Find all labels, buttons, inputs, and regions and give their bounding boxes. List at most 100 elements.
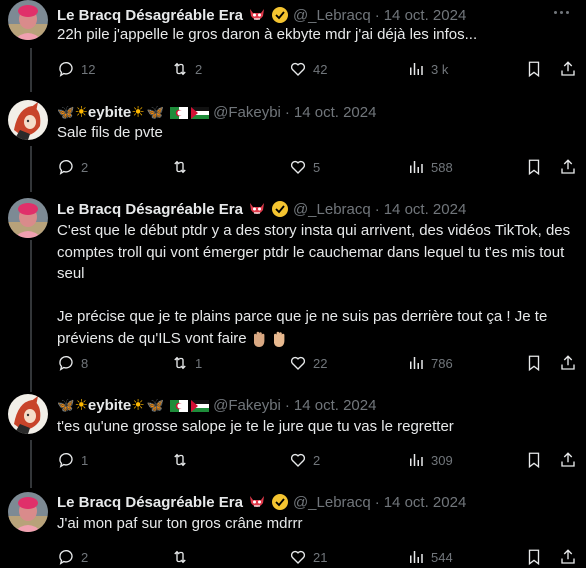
repost-count: 1 — [195, 355, 203, 371]
like-button[interactable]: 42 — [289, 58, 327, 80]
bookmark-icon[interactable] — [525, 354, 543, 372]
views-button[interactable]: 786 — [407, 352, 453, 374]
display-name[interactable]: Le Bracq Désagréable Era — [57, 7, 243, 24]
heart-icon — [290, 160, 306, 174]
view-count: 786 — [431, 355, 453, 371]
like-button[interactable]: 2 — [289, 449, 320, 471]
sun-emoji: ☀ — [74, 397, 88, 414]
views-button[interactable]: 588 — [407, 156, 453, 178]
timestamp[interactable]: 14 oct. 2024 — [294, 104, 377, 121]
reply-count: 12 — [81, 61, 96, 77]
separator-dot: · — [374, 493, 380, 511]
heart-icon — [290, 356, 306, 370]
repost-icon — [174, 550, 186, 564]
views-icon — [410, 551, 423, 563]
separator-dot: · — [374, 6, 380, 24]
tweet[interactable]: 🦋 ☀ eybite ☀ 🦋 @Fakeybi · 14 oct. 2024 t… — [0, 388, 586, 484]
palestine-flag-icon — [191, 399, 210, 412]
separator-dot: · — [284, 103, 290, 121]
views-icon — [410, 63, 423, 75]
reply-count: 2 — [81, 159, 89, 175]
repost-icon — [174, 453, 186, 467]
tweet[interactable]: 🦋 ☀ eybite ☀ 🦋 @Fakeybi · 14 oct. 2024 S… — [0, 92, 586, 188]
butterfly-emoji: 🦋 — [57, 396, 75, 413]
timestamp[interactable]: 14 oct. 2024 — [384, 7, 467, 24]
tweet-header: Le Bracq Désagréable Era @_Lebracq · 14 … — [57, 4, 466, 26]
avatar[interactable] — [8, 0, 48, 40]
heart-icon — [290, 62, 306, 76]
share-icon[interactable] — [559, 451, 577, 469]
reply-button[interactable]: 1 — [57, 449, 88, 471]
like-count: 22 — [313, 355, 328, 371]
heart-icon — [290, 550, 306, 564]
timestamp[interactable]: 14 oct. 2024 — [384, 494, 467, 511]
views-icon — [410, 161, 423, 173]
reply-button[interactable]: 2 — [57, 546, 88, 568]
sun-emoji: ☀ — [74, 104, 88, 121]
share-icon[interactable] — [559, 548, 577, 566]
reply-button[interactable]: 12 — [57, 58, 95, 80]
repost-icon — [174, 356, 186, 370]
timestamp[interactable]: 14 oct. 2024 — [384, 201, 467, 218]
views-icon — [410, 454, 423, 466]
display-name[interactable]: eybite — [88, 397, 131, 414]
reply-icon — [59, 550, 73, 565]
tweet[interactable]: Le Bracq Désagréable Era @_Lebracq · 14 … — [0, 188, 586, 388]
reply-count: 1 — [81, 452, 89, 468]
reply-button[interactable]: 8 — [57, 352, 88, 374]
share-icon[interactable] — [559, 354, 577, 372]
repost-button[interactable]: 2 — [171, 58, 202, 80]
avatar[interactable] — [8, 492, 48, 532]
like-count: 5 — [313, 159, 321, 175]
reply-count: 8 — [81, 355, 89, 371]
like-button[interactable]: 22 — [289, 352, 327, 374]
repost-icon — [174, 160, 186, 174]
demon-mask-emoji — [247, 200, 267, 218]
display-name[interactable]: eybite — [88, 104, 131, 121]
verified-badge-icon — [271, 6, 289, 24]
avatar[interactable] — [8, 394, 48, 434]
handle[interactable]: @_Lebracq — [293, 201, 371, 218]
repost-button[interactable]: 1 — [171, 352, 202, 374]
repost-button[interactable] — [171, 546, 195, 568]
tweet[interactable]: Le Bracq Désagréable Era @_Lebracq · 14 … — [0, 484, 586, 566]
tweet-text: Sale fils de pvte — [57, 124, 163, 141]
views-button[interactable]: 544 — [407, 546, 453, 568]
share-icon[interactable] — [559, 60, 577, 78]
display-name[interactable]: Le Bracq Désagréable Era — [57, 494, 243, 511]
handle[interactable]: @_Lebracq — [293, 494, 371, 511]
view-count: 588 — [431, 159, 453, 175]
bookmark-icon[interactable] — [525, 451, 543, 469]
butterfly-emoji: 🦋 — [146, 103, 165, 120]
handle[interactable]: @Fakeybi — [213, 104, 281, 121]
tweet-header: 🦋 ☀ eybite ☀ 🦋 @Fakeybi · 14 oct. 2024 — [57, 394, 376, 416]
like-button[interactable]: 5 — [289, 156, 320, 178]
like-button[interactable]: 21 — [289, 546, 327, 568]
separator-dot: · — [284, 396, 290, 414]
more-options-icon[interactable] — [550, 4, 572, 20]
repost-button[interactable] — [171, 449, 195, 471]
reply-button[interactable]: 2 — [57, 156, 88, 178]
display-name[interactable]: Le Bracq Désagréable Era — [57, 201, 243, 218]
tweet-text: J'ai mon paf sur ton gros crâne mdrrr — [57, 515, 303, 532]
handle[interactable]: @_Lebracq — [293, 7, 371, 24]
handle[interactable]: @Fakeybi — [213, 397, 281, 414]
avatar[interactable] — [8, 100, 48, 140]
reply-icon — [59, 160, 73, 175]
tweet-actions: 8 1 22 786 — [57, 352, 577, 374]
timestamp[interactable]: 14 oct. 2024 — [294, 397, 377, 414]
repost-count: 2 — [195, 61, 203, 77]
tweet-text: C'est que le début ptdr y a des story in… — [57, 220, 572, 349]
tweet-actions: 2 5 588 — [57, 156, 577, 178]
share-icon[interactable] — [559, 158, 577, 176]
tweet[interactable]: Le Bracq Désagréable Era @_Lebracq · 14 … — [0, 0, 586, 92]
views-button[interactable]: 309 — [407, 449, 453, 471]
avatar[interactable] — [8, 198, 48, 238]
views-button[interactable]: 3 k — [407, 58, 448, 80]
algeria-flag-icon — [170, 106, 189, 119]
bookmark-icon[interactable] — [525, 60, 543, 78]
bookmark-icon[interactable] — [525, 158, 543, 176]
bookmark-icon[interactable] — [525, 548, 543, 566]
tweet-actions: 12 2 42 3 k — [57, 58, 577, 80]
repost-button[interactable] — [171, 156, 195, 178]
